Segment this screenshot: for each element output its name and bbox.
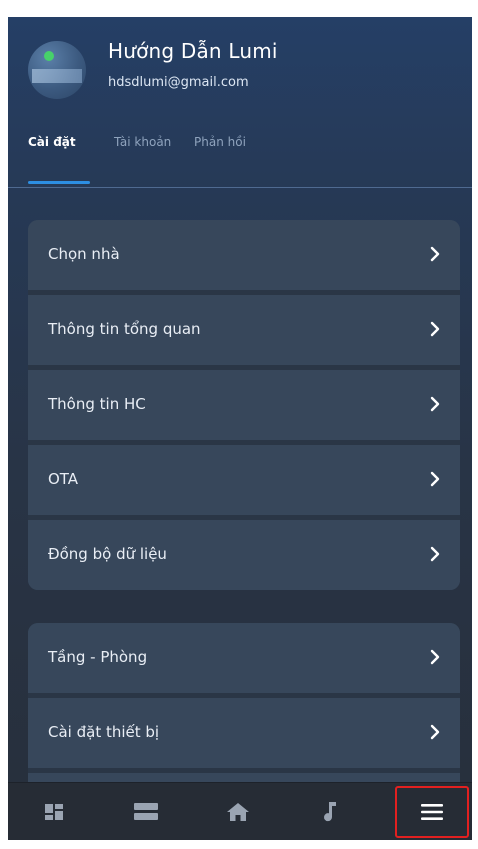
menu-item-label: Cài đặt thiết bị [48, 723, 160, 741]
tab-bar: Cài đặt Tài khoản Phản hồi [8, 135, 472, 188]
chevron-right-icon [430, 246, 440, 262]
menu-item-label: Thông tin tổng quan [48, 320, 201, 338]
user-email: hdsdlumi@gmail.com [108, 75, 249, 90]
profile-header: Hướng Dẫn Lumi hdsdlumi@gmail.com Cài đặ… [8, 17, 472, 188]
menu-item-label: OTA [48, 470, 79, 488]
settings-group-primary: Chọn nhà Thông tin tổng quan Thông tin H… [28, 220, 460, 590]
app-screen: Hướng Dẫn Lumi hdsdlumi@gmail.com Cài đặ… [8, 17, 472, 840]
menu-item-floor-room[interactable]: Tầng - Phòng [28, 623, 460, 698]
avatar[interactable] [28, 41, 86, 99]
chevron-right-icon [430, 724, 440, 740]
menu-item-label: Chọn nhà [48, 245, 120, 263]
menu-item-select-home[interactable]: Chọn nhà [28, 220, 460, 295]
list-icon [134, 802, 158, 820]
active-tab-indicator [28, 181, 90, 184]
home-icon [227, 802, 249, 821]
chevron-right-icon [430, 471, 440, 487]
avatar-image-band [32, 69, 82, 83]
nav-music-button[interactable] [284, 783, 376, 840]
nav-list-button[interactable] [100, 783, 192, 840]
bottom-navigation [8, 782, 472, 840]
tab-settings[interactable]: Cài đặt [28, 135, 76, 149]
nav-home-button[interactable] [192, 783, 284, 840]
menu-item-label: Tầng - Phòng [48, 648, 148, 666]
tab-account[interactable]: Tài khoản [114, 135, 171, 149]
avatar-status-dot [44, 51, 54, 61]
music-icon [324, 801, 336, 821]
menu-item-label: Đồng bộ dữ liệu [48, 545, 167, 563]
chevron-right-icon [430, 396, 440, 412]
dashboard-icon [45, 803, 63, 820]
menu-item-device-settings[interactable]: Cài đặt thiết bị [28, 698, 460, 773]
user-name: Hướng Dẫn Lumi [108, 39, 278, 63]
chevron-right-icon [430, 321, 440, 337]
menu-item-overview-info[interactable]: Thông tin tổng quan [28, 295, 460, 370]
menu-item-ota[interactable]: OTA [28, 445, 460, 520]
chevron-right-icon [430, 546, 440, 562]
menu-icon [421, 804, 443, 820]
tab-feedback[interactable]: Phản hồi [194, 135, 246, 149]
menu-item-sync-data[interactable]: Đồng bộ dữ liệu [28, 520, 460, 590]
nav-dashboard-button[interactable] [8, 783, 100, 840]
nav-menu-button[interactable] [395, 786, 469, 838]
chevron-right-icon [430, 649, 440, 665]
menu-item-label: Thông tin HC [48, 395, 146, 413]
menu-item-hc-info[interactable]: Thông tin HC [28, 370, 460, 445]
